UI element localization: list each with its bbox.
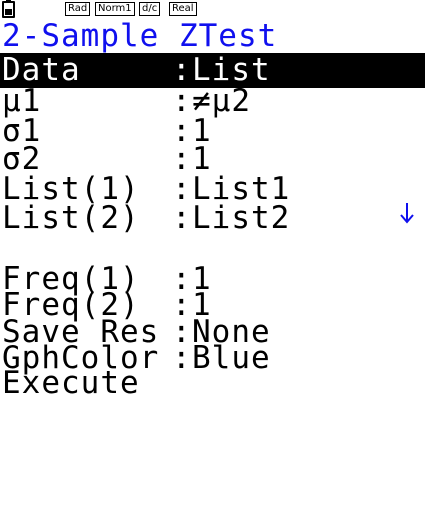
calculator-screen: Rad Norm1 d/c Real 2-Sample ZTest Data :… [0,0,425,401]
battery-icon [2,0,15,18]
arrow-down-icon [400,203,414,224]
setting-row-list2[interactable]: List(2) : List2 [0,201,425,236]
setting-label: List(2) [2,200,140,236]
page-title: 2-Sample ZTest [2,18,278,54]
setting-separator: : [172,200,192,236]
setting-value: List2 [192,200,291,236]
fraction-mode-badge: d/c [139,2,161,16]
angle-mode-badge: Rad [65,2,91,16]
status-bar: Rad Norm1 d/c Real [0,0,425,20]
execute-label: Execute [2,365,140,401]
complex-mode-badge: Real [169,2,197,16]
execute-item[interactable]: Execute [0,366,425,401]
display-mode-badge: Norm1 [95,2,135,16]
